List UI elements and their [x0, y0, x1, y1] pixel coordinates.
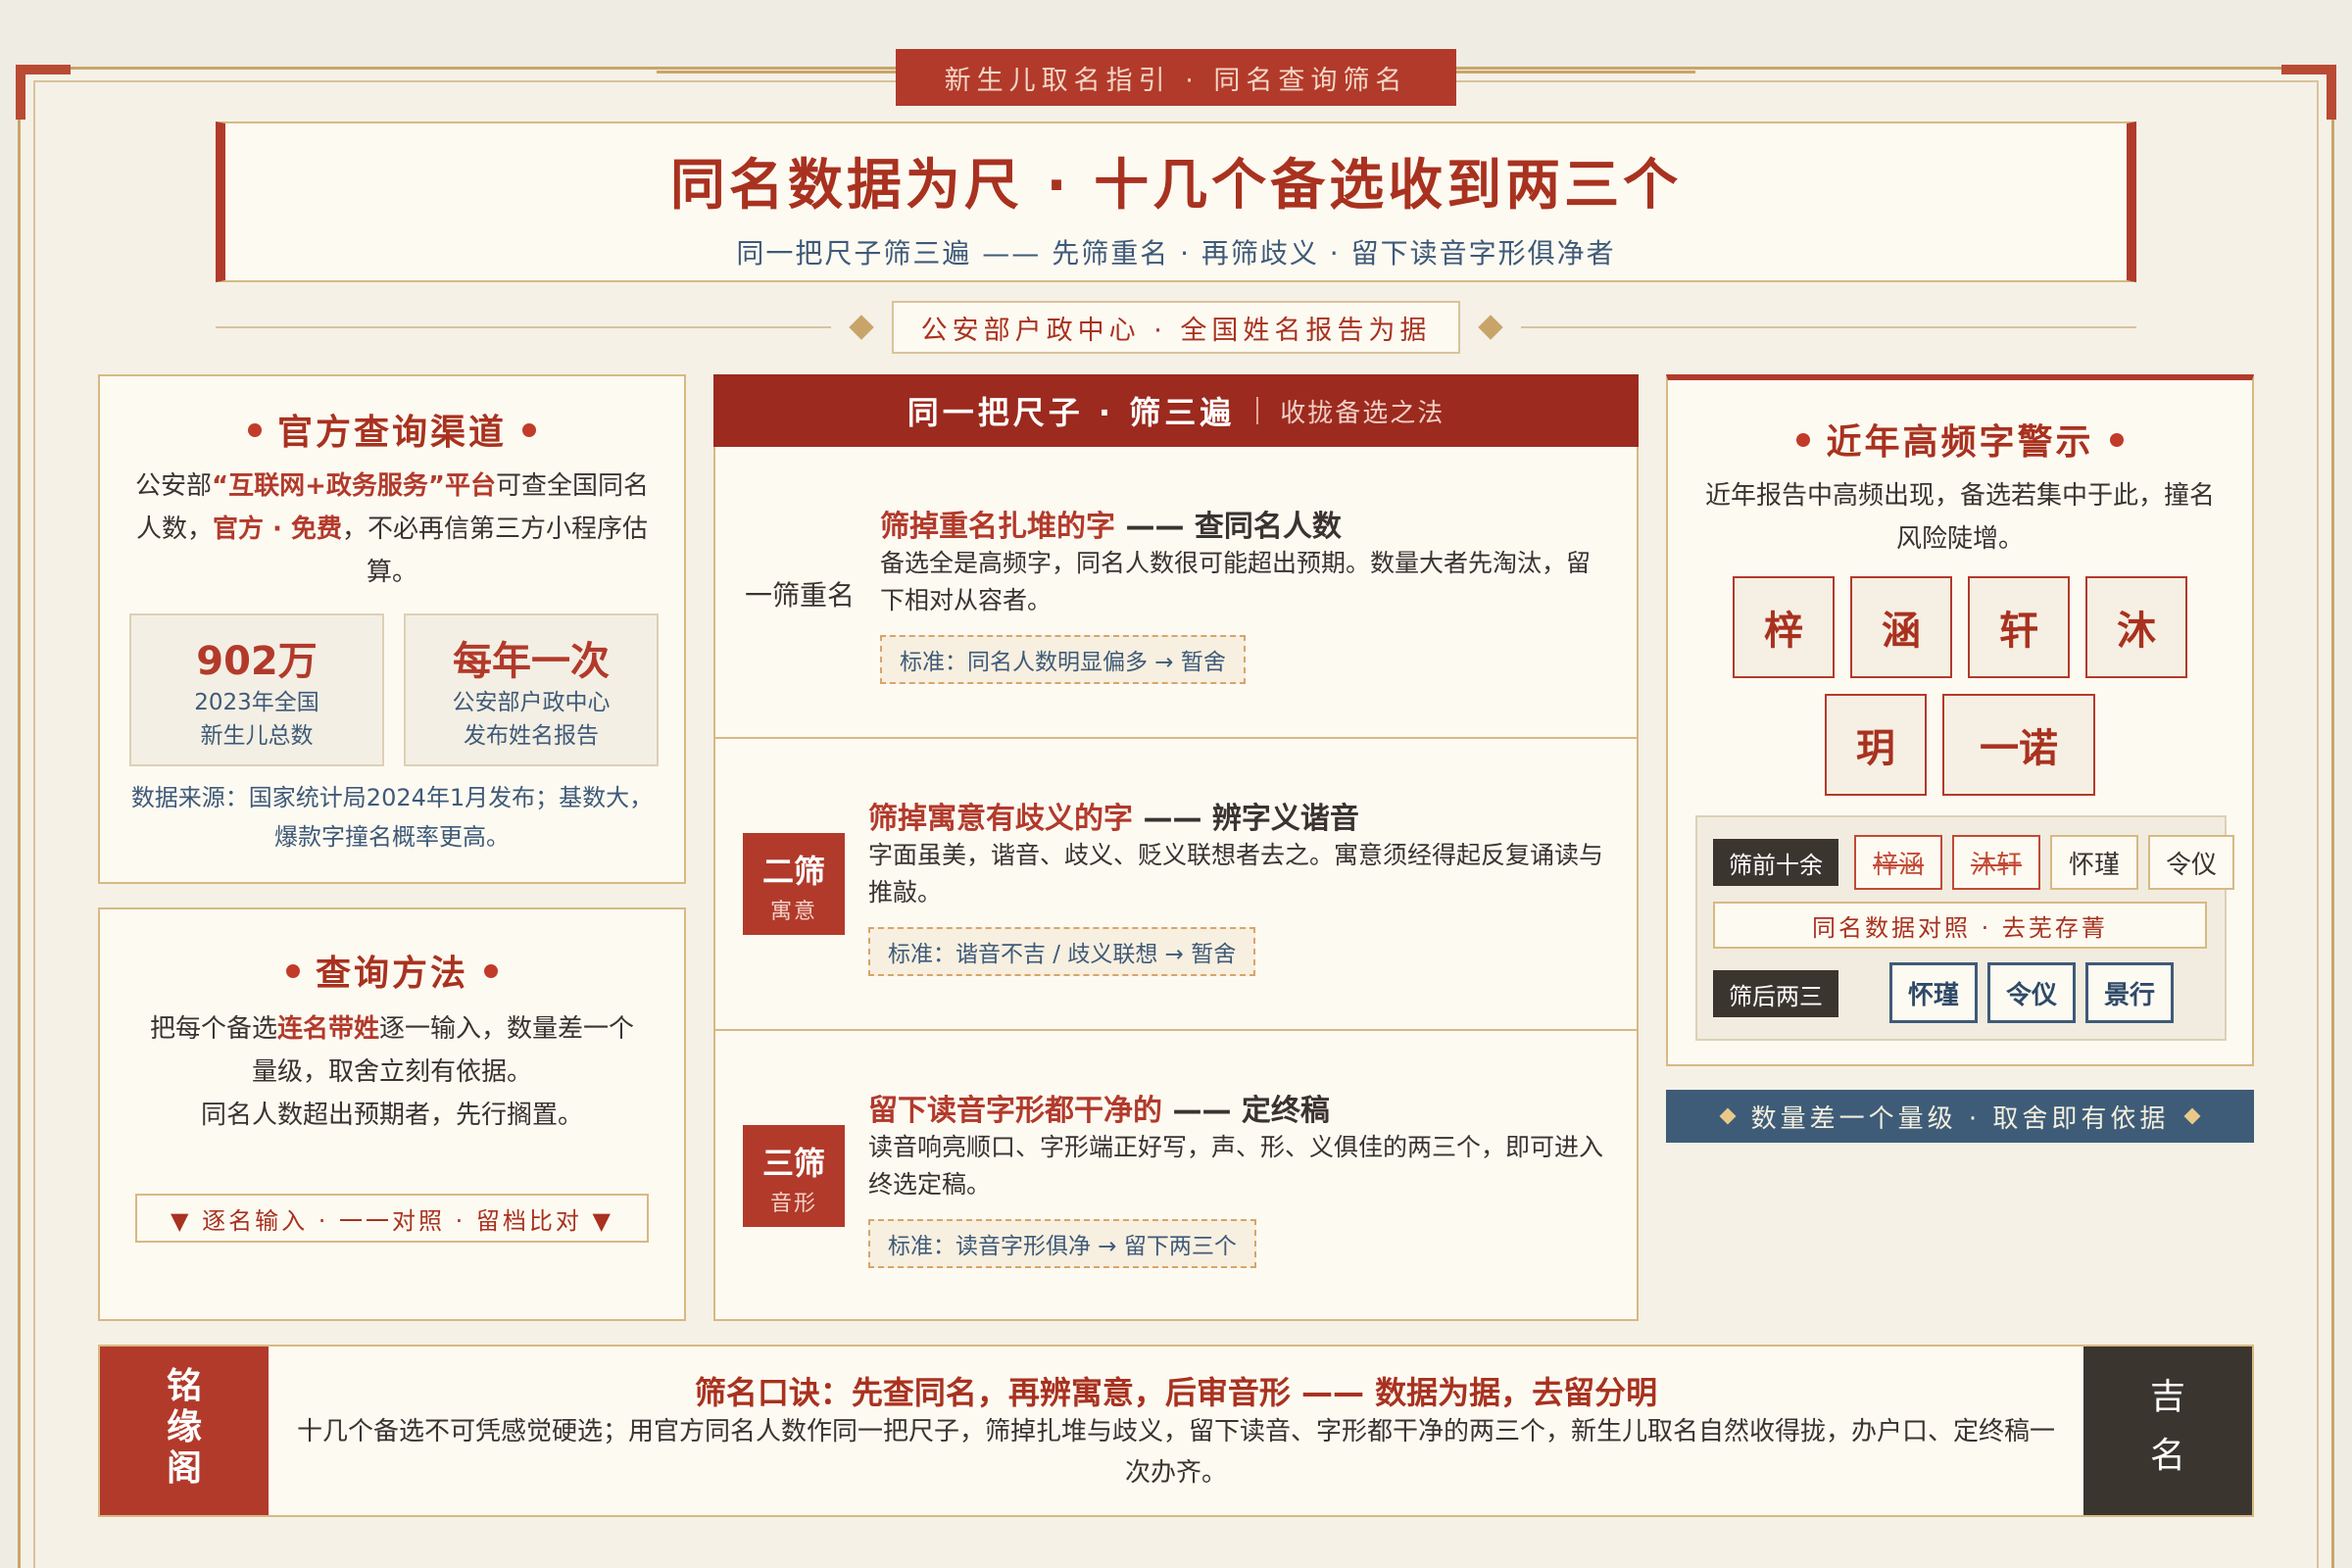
step-standard: 标准：谐音不吉 / 歧义联想 → 暂舍 — [868, 927, 1256, 976]
hot-char: 沐 — [2085, 576, 2187, 678]
dot-icon — [2109, 433, 2124, 447]
hot-char: 一诺 — [1942, 694, 2095, 796]
official-channel-card: 官方查询渠道 公安部“互联网+政务服务”平台可查全国同名人数，官方 · 免费，不… — [98, 374, 686, 884]
banner-rule — [657, 71, 896, 74]
stat-caption: 新生儿总数 — [200, 723, 314, 749]
top-banner: 新生儿取名指引 · 同名查询筛名 — [896, 49, 1456, 106]
center-title: 同一把尺子 · 筛三遍 — [906, 394, 1236, 431]
seal-right: 吉 名 — [2083, 1347, 2252, 1515]
page-subtitle: 同一把尺子筛三遍 —— 先筛重名 · 再筛歧义 · 留下读音字形俱净者 — [736, 237, 1616, 270]
data-source-note: 数据来源：国家统计局2024年1月发布；基数大，爆款字撞名概率更高。 — [130, 784, 654, 851]
hot-char: 梓 — [1733, 576, 1835, 678]
header-separator — [1256, 397, 1259, 424]
step-badge: 二筛 寓意 — [743, 833, 845, 935]
source-tag: 公安部户政中心 · 全国姓名报告为据 — [891, 301, 1461, 354]
diamond-icon — [2183, 1107, 2201, 1125]
step-title: 筛掉寓意有歧义的字 —— 辨字义谐音 — [868, 802, 1359, 836]
before-label: 筛前十余 — [1713, 839, 1838, 886]
corner-ornament — [2327, 65, 2336, 120]
dot-icon — [484, 964, 498, 978]
center-subtitle: 收拢备选之法 — [1280, 398, 1446, 428]
hot-char: 涵 — [1850, 576, 1952, 678]
warning-description: 近年报告中高频出现，备选若集中于此，撞名风险陡增。 — [1704, 481, 2215, 554]
official-description: 公安部“互联网+政务服务”平台可查全国同名人数，官方 · 免费，不必再信第三方小… — [135, 471, 649, 587]
step-two: 二筛 寓意 筛掉寓意有歧义的字 —— 辨字义谐音 字面虽美，谐音、歧义、贬义联想… — [713, 739, 1639, 1031]
step-title: 筛掉重名扎堆的字 —— 查同名人数 — [880, 510, 1342, 544]
divider — [1521, 326, 2136, 328]
method-note: 同名人数超出预期者，先行搁置。 — [200, 1101, 583, 1130]
hot-char: 玥 — [1825, 694, 1927, 796]
step-description: 字面虽美，谐音、歧义、贬义联想者去之。寓意须经得起反复诵读与推敲。 — [868, 841, 1604, 906]
card-title: 近年高频字警示 — [1668, 414, 2252, 465]
card-title: 官方查询渠道 — [100, 404, 684, 455]
hot-char: 轩 — [1968, 576, 2070, 678]
final-name-chip: 令仪 — [1987, 962, 2076, 1023]
final-name-chip: 景行 — [2085, 962, 2174, 1023]
dot-icon — [285, 964, 300, 978]
corner-ornament — [16, 65, 25, 120]
step-one: 一筛重名 筛掉重名扎堆的字 —— 查同名人数 备选全是高频字，同名人数很可能超出… — [713, 447, 1639, 739]
step-label: 一筛重名 — [745, 579, 856, 612]
method-description: 把每个备选连名带姓逐一输入，数量差一个量级，取舍立刻有依据。 — [149, 1014, 635, 1087]
stat-value: 902万 — [196, 639, 318, 684]
compare-note: 同名数据对照 · 去芜存菁 — [1713, 902, 2207, 949]
after-label: 筛后两三 — [1713, 970, 1838, 1017]
stat-caption: 2023年全国 — [194, 690, 319, 715]
conclusion-bar: 数量差一个量级 · 取舍即有依据 — [1666, 1090, 2254, 1143]
step-description: 读音响亮顺口、字形端正好写，声、形、义俱佳的两三个，即可进入终选定稿。 — [868, 1133, 1604, 1199]
step-three: 三筛 音形 留下读音字形都干净的 —— 定终稿 读音响亮顺口、字形端正好写，声、… — [713, 1031, 1639, 1321]
stat-report-frequency: 每年一次 公安部户政中心 发布姓名报告 — [404, 613, 659, 766]
footer-title: 筛名口诀：先查同名，再辨寓意，后审音形 —— 数据为据，去留分明 — [694, 1374, 1658, 1411]
source-row: 公安部户政中心 · 全国姓名报告为据 — [216, 300, 2136, 355]
card-title: 查询方法 — [100, 945, 684, 996]
struck-name-chip: 梓涵 — [1854, 835, 1942, 890]
seal-left: 铭 缘 阁 — [100, 1347, 269, 1515]
page-title: 同名数据为尺 · 十几个备选收到两三个 — [669, 154, 1683, 218]
dot-icon — [522, 423, 536, 437]
stat-newborns: 902万 2023年全国 新生儿总数 — [129, 613, 384, 766]
step-description: 备选全是高频字，同名人数很可能超出预期。数量大者先淘汰，留下相对从容者。 — [880, 549, 1592, 614]
final-name-chip: 怀瑾 — [1889, 962, 1978, 1023]
diamond-icon — [1719, 1107, 1737, 1125]
name-chip: 令仪 — [2148, 835, 2234, 890]
footer-panel: 铭 缘 阁 筛名口诀：先查同名，再辨寓意，后审音形 —— 数据为据，去留分明 十… — [98, 1345, 2254, 1517]
divider — [216, 326, 831, 328]
title-box: 同名数据为尺 · 十几个备选收到两三个 同一把尺子筛三遍 —— 先筛重名 · 再… — [216, 122, 2136, 282]
diamond-icon — [848, 315, 874, 340]
banner-rule — [1456, 71, 1695, 74]
name-chip: 怀瑾 — [2050, 835, 2138, 890]
struck-name-chip: 沐轩 — [1952, 835, 2040, 890]
dot-icon — [1796, 433, 1811, 447]
diamond-icon — [1478, 315, 1504, 340]
center-header: 同一把尺子 · 筛三遍 收拢备选之法 — [713, 374, 1639, 447]
stat-value: 每年一次 — [453, 639, 610, 684]
footer-text: 十几个备选不可凭感觉硬选；用官方同名人数作同一把尺子，筛掉扎堆与歧义，留下读音、… — [296, 1417, 2055, 1488]
query-method-card: 查询方法 把每个备选连名带姓逐一输入，数量差一个量级，取舍立刻有依据。 同名人数… — [98, 907, 686, 1321]
method-steps-tag: ▼ 逐名输入 · 一一对照 · 留档比对 ▼ — [135, 1194, 649, 1243]
step-badge: 三筛 音形 — [743, 1125, 845, 1227]
stat-caption: 发布姓名报告 — [464, 723, 599, 749]
step-standard: 标准：读音字形俱净 → 留下两三个 — [868, 1219, 1256, 1268]
dot-icon — [247, 423, 262, 437]
step-title: 留下读音字形都干净的 —— 定终稿 — [868, 1094, 1330, 1128]
step-standard: 标准：同名人数明显偏多 → 暂舍 — [880, 635, 1246, 684]
stat-caption: 公安部户政中心 — [452, 690, 611, 715]
